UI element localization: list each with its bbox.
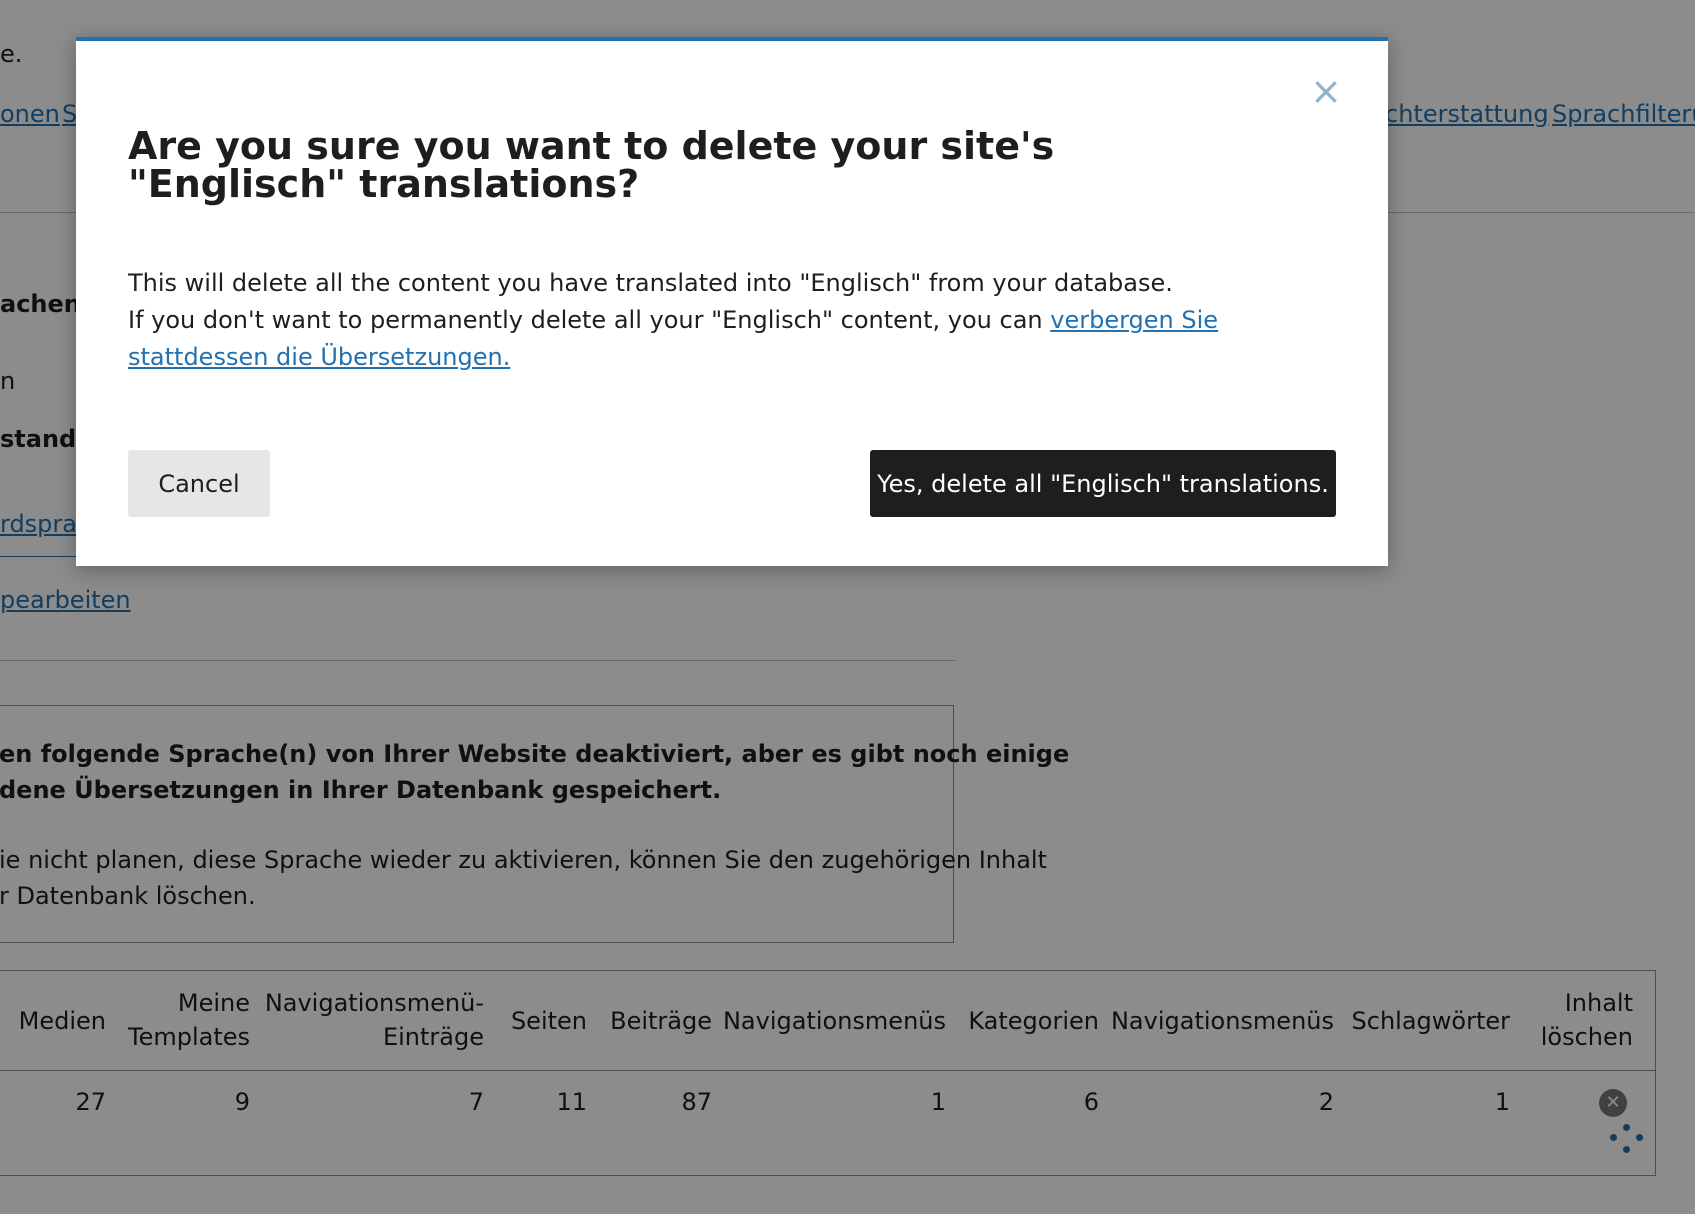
- close-icon[interactable]: ×: [1310, 72, 1342, 110]
- dialog-title: Are you sure you want to delete your sit…: [128, 124, 1055, 206]
- confirm-delete-button[interactable]: Yes, delete all "Englisch" translations.: [870, 450, 1336, 517]
- dialog-body: This will delete all the content you hav…: [128, 265, 1328, 376]
- dialog-body-line-2: If you don't want to permanently delete …: [128, 302, 1328, 376]
- delete-translations-dialog: × Are you sure you want to delete your s…: [76, 37, 1388, 566]
- cancel-button[interactable]: Cancel: [128, 450, 270, 517]
- dialog-body-line-1: This will delete all the content you hav…: [128, 269, 1173, 297]
- dialog-body-line-2-text: If you don't want to permanently delete …: [128, 306, 1051, 334]
